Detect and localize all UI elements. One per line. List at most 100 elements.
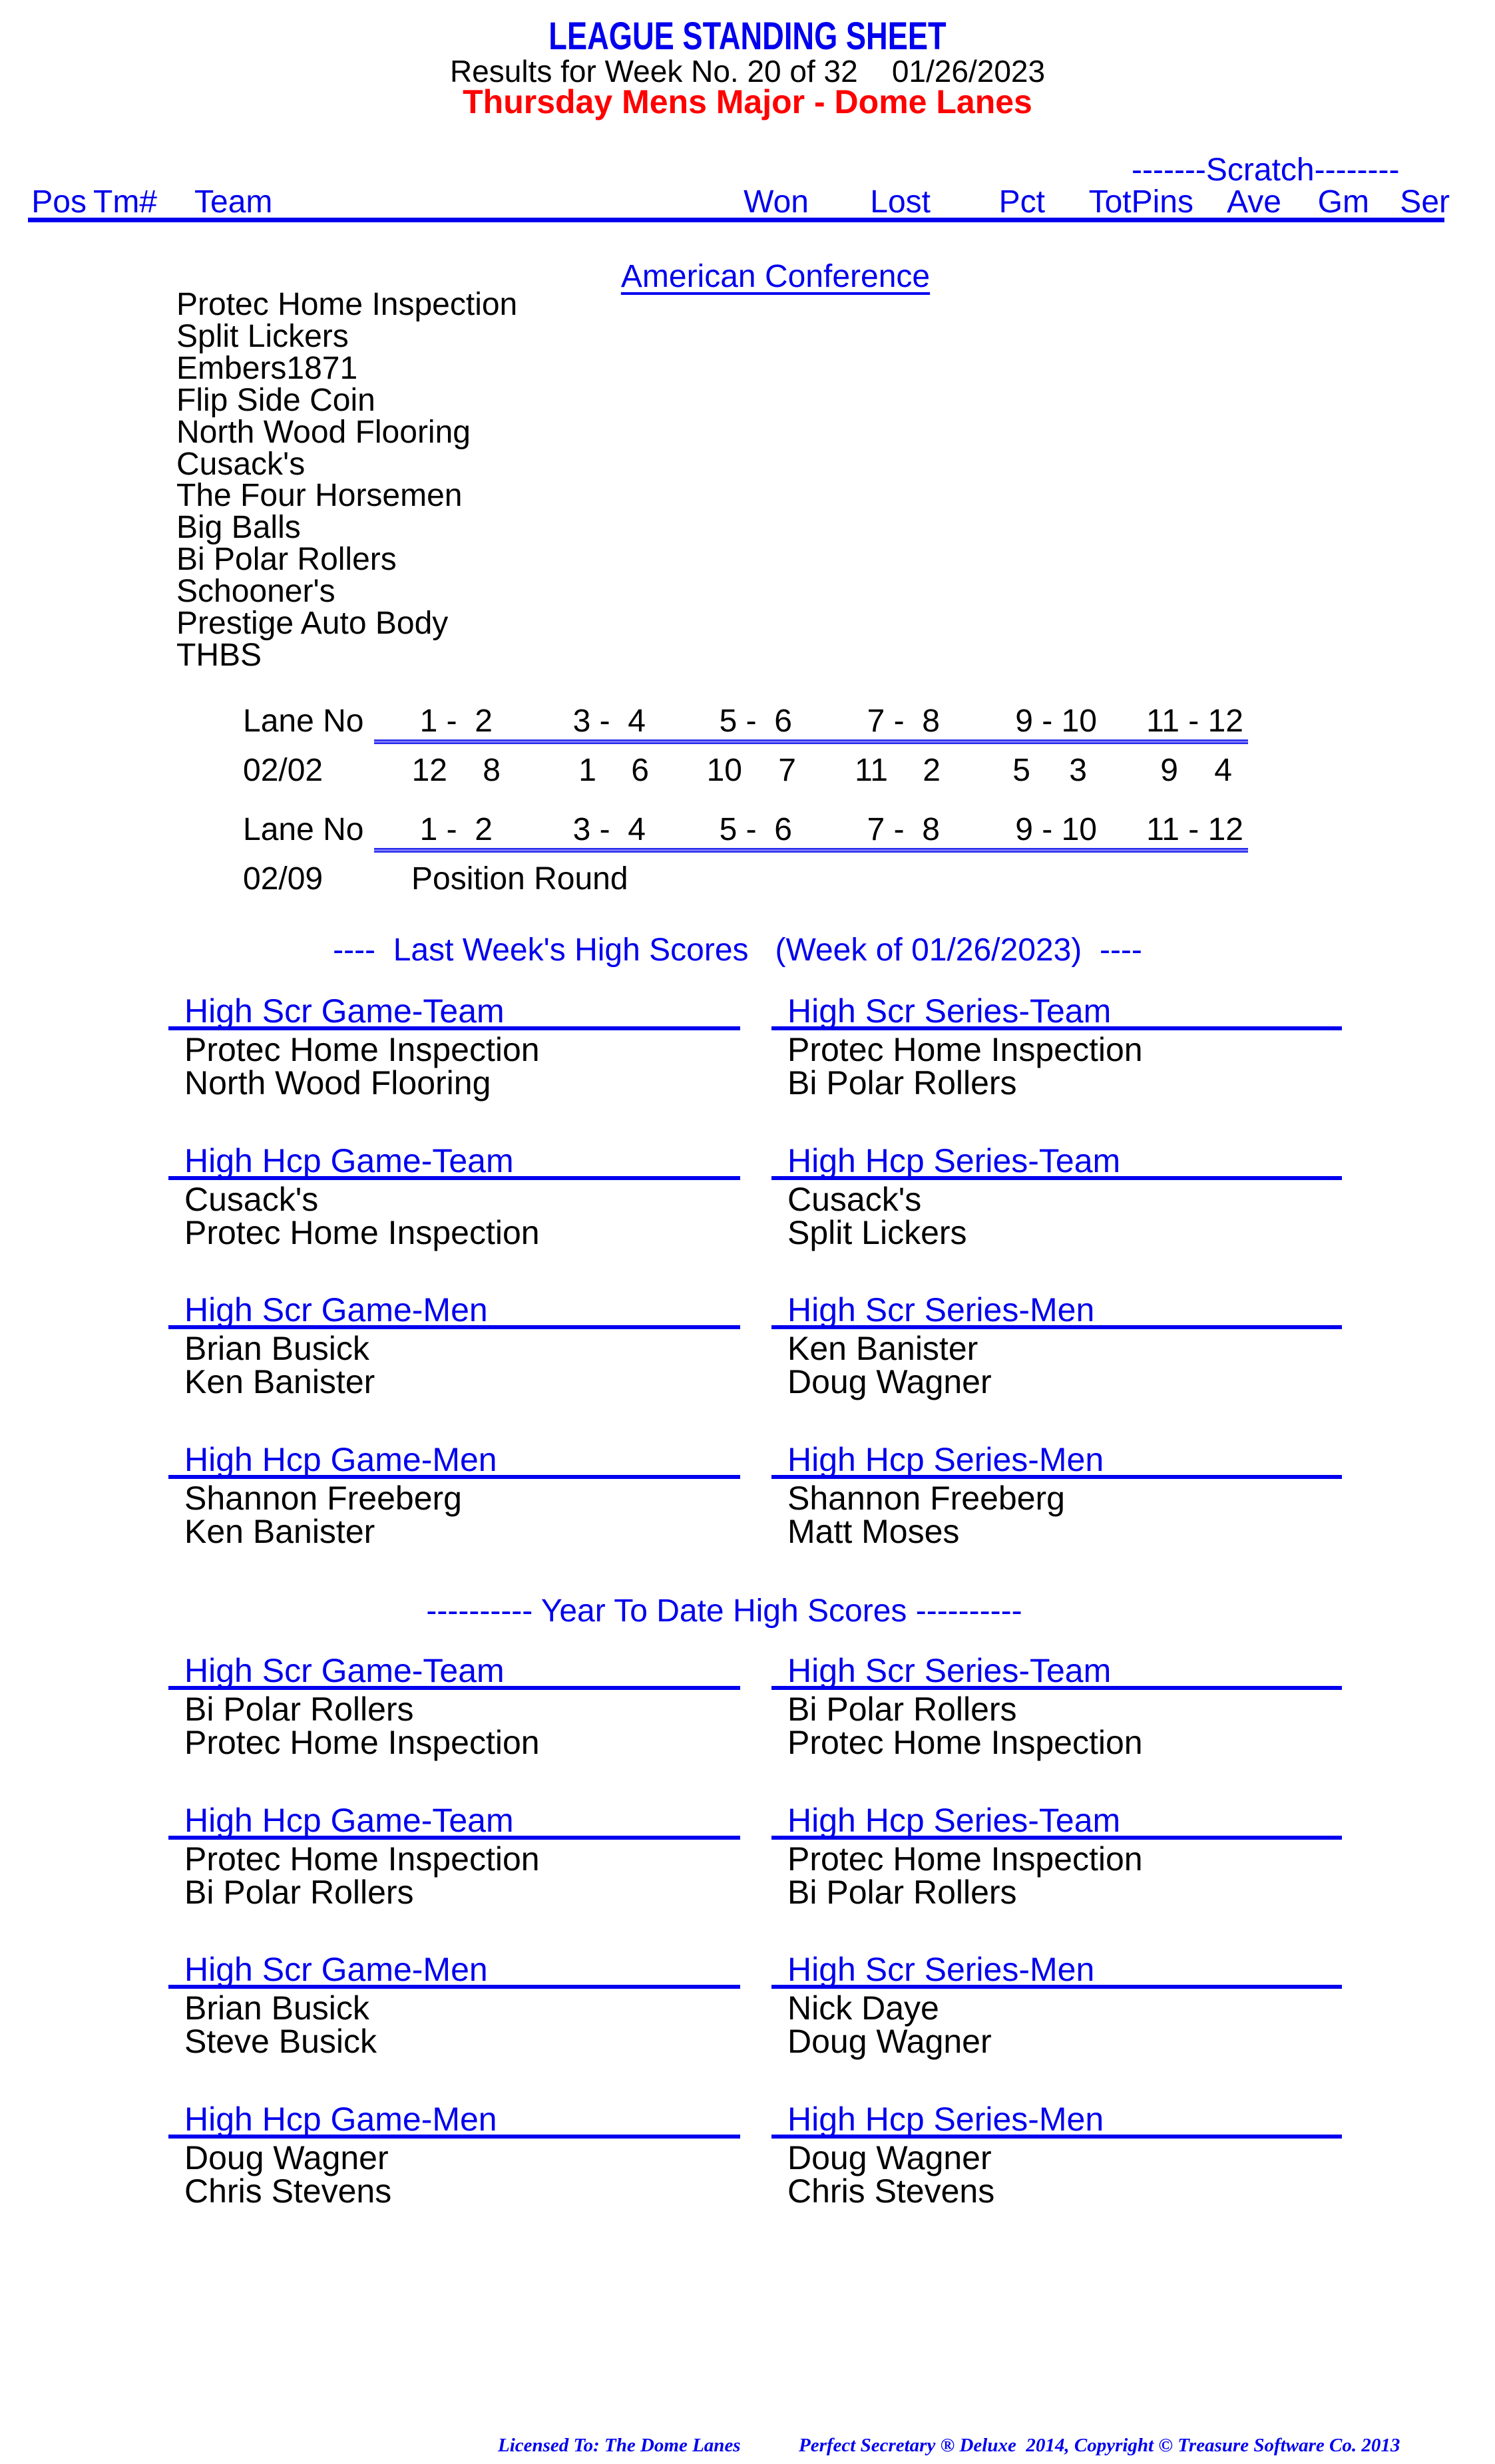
entry-name: Doug Wagner [787, 1363, 992, 1400]
team-number: 8 [483, 753, 501, 788]
entry-name: Doug Wagner [787, 2023, 992, 2060]
cell-team: Schooner's [176, 574, 335, 610]
entry-name: Doug Wagner [184, 2139, 389, 2176]
block-title: High Scr Series-Men [787, 1951, 1095, 1988]
block-rule [168, 1026, 740, 1030]
scratch-group-label: -------Scratch-------- [1132, 152, 1400, 188]
entry-name: Chris Stevens [184, 2172, 392, 2210]
schedule-date: 02/02 [243, 753, 323, 788]
block-rule [168, 1325, 740, 1329]
column-header-won: Won [744, 184, 809, 220]
entry-name: Ken Banister [184, 1512, 375, 1550]
week-subtitle: Results for Week No. 20 of 32 01/26/2023 [449, 54, 1046, 89]
entry-name: Protec Home Inspection [184, 1031, 540, 1068]
block-rule [771, 1686, 1342, 1690]
lane-header-rule [374, 848, 1248, 853]
cell-team: North Wood Flooring [176, 414, 471, 450]
cell-team: Prestige Auto Body [176, 606, 449, 641]
lane-pair: 7 - 8 [867, 704, 940, 739]
column-header-ave: Ave [1227, 184, 1281, 220]
column-header-totpins: TotPins [1088, 184, 1193, 220]
schedule-date: 02/09 [243, 861, 323, 897]
cell-team: Protec Home Inspection [176, 287, 518, 322]
team-number: 3 [1069, 753, 1087, 788]
cell-team: Big Balls [176, 510, 301, 546]
lane-pair: 1 - 2 [419, 812, 493, 847]
lane-pair: 9 - 10 [1015, 812, 1097, 847]
column-header-gm: Gm [1317, 184, 1369, 220]
block-title: High Scr Game-Team [184, 992, 505, 1030]
schedule-note: Position Round [411, 861, 628, 897]
entry-name: Bi Polar Rollers [184, 1873, 414, 1911]
column-header-pct: Pct [998, 184, 1045, 220]
entry-name: Matt Moses [787, 1512, 960, 1550]
column-header-team: Team [194, 184, 273, 220]
entry-name: Shannon Freeberg [184, 1479, 462, 1517]
lane-pair: 3 - 4 [572, 812, 646, 847]
entry-name: Nick Daye [787, 1989, 939, 2027]
block-rule [168, 1175, 740, 1180]
block-rule [168, 2134, 740, 2139]
lane-pair: 5 - 6 [719, 812, 792, 847]
block-rule [771, 1835, 1342, 1840]
entry-name: Bi Polar Rollers [184, 1691, 414, 1728]
entry-name: Steve Busick [184, 2023, 377, 2060]
lane-pair: 5 - 6 [719, 704, 792, 739]
entry-name: Protec Home Inspection [787, 1031, 1143, 1068]
footer-copyright: Perfect Secretary ® Deluxe 2014, Copyrig… [799, 2435, 1400, 2456]
entry-name: Ken Banister [787, 1330, 978, 1367]
block-title: High Hcp Series-Men [787, 2100, 1104, 2138]
footer-license: Licensed To: The Dome Lanes [498, 2435, 741, 2456]
entry-name: Protec Home Inspection [184, 1213, 540, 1251]
block-title: High Scr Game-Men [184, 1951, 488, 1988]
lane-no-label: Lane No [243, 704, 364, 739]
cell-team: Split Lickers [176, 318, 349, 354]
column-header-tm: Tm# [93, 184, 157, 220]
block-title: High Hcp Game-Team [184, 1801, 514, 1839]
block-rule [771, 1175, 1342, 1180]
block-title: High Hcp Series-Team [787, 1141, 1121, 1179]
block-title: High Scr Series-Men [787, 1291, 1095, 1329]
entry-name: Shannon Freeberg [787, 1479, 1065, 1517]
entry-name: Cusack's [787, 1180, 922, 1218]
block-title: High Hcp Game-Men [184, 2100, 497, 2138]
team-number: 9 [1160, 753, 1178, 788]
entry-name: Cusack's [184, 1180, 319, 1218]
block-title: High Hcp Series-Men [787, 1440, 1104, 1478]
entry-name: Protec Home Inspection [184, 1724, 540, 1761]
league-name: Thursday Mens Major - Dome Lanes [463, 83, 1032, 120]
entry-name: North Wood Flooring [184, 1064, 491, 1102]
team-number: 7 [778, 753, 796, 788]
block-title: High Scr Game-Team [184, 1652, 505, 1689]
entry-name: Doug Wagner [787, 2139, 992, 2176]
entry-name: Brian Busick [184, 1989, 369, 2027]
block-rule [168, 1835, 740, 1840]
team-number: 10 [706, 753, 742, 788]
cell-team: Flip Side Coin [176, 382, 375, 418]
lane-pair: 9 - 10 [1015, 704, 1097, 739]
cell-team: Bi Polar Rollers [176, 542, 397, 578]
block-rule [771, 1026, 1342, 1030]
block-title: High Scr Game-Men [184, 1291, 488, 1329]
lane-pair: 7 - 8 [867, 812, 940, 847]
block-rule [771, 1474, 1342, 1479]
entry-name: Protec Home Inspection [787, 1724, 1143, 1761]
team-number: 11 [855, 753, 888, 788]
lane-header-rule [374, 739, 1248, 744]
block-rule [771, 2134, 1342, 2139]
column-header-ser: Ser [1400, 184, 1450, 220]
team-number: 6 [631, 753, 649, 788]
team-number: 2 [923, 753, 941, 788]
entry-name: Bi Polar Rollers [787, 1064, 1017, 1102]
cell-team: THBS [176, 637, 262, 673]
block-rule [168, 1686, 740, 1690]
page-title: LEAGUE STANDING SHEET [548, 15, 947, 58]
cell-team: Cusack's [176, 446, 306, 482]
column-header-lost: Lost [870, 184, 931, 220]
block-title: High Scr Series-Team [787, 1652, 1112, 1689]
block-rule [771, 1325, 1342, 1329]
entry-name: Bi Polar Rollers [787, 1691, 1017, 1728]
ytd-title: ---------- Year To Date High Scores ----… [426, 1593, 1022, 1629]
block-rule [168, 1474, 740, 1479]
block-rule [771, 1985, 1342, 1989]
